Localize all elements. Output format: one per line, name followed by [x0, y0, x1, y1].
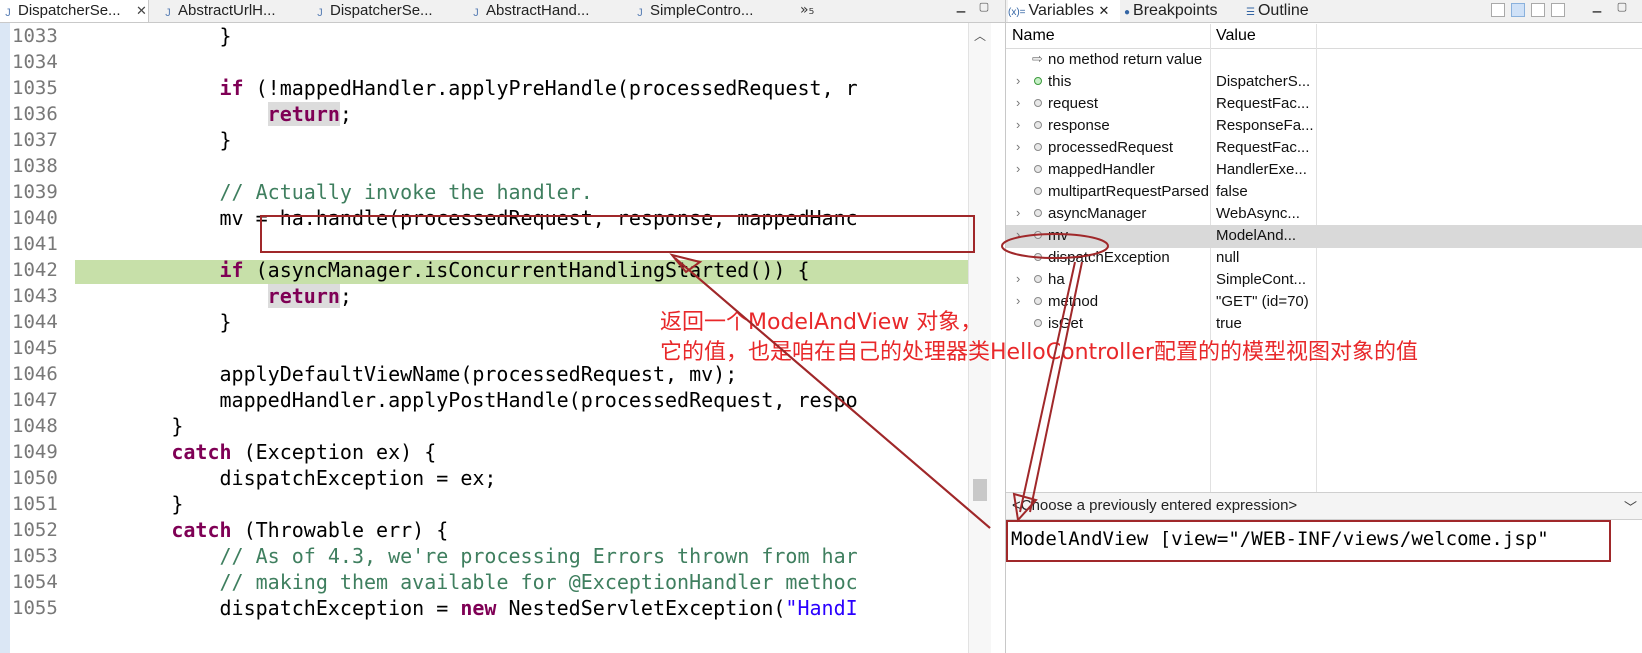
annotation-arrows	[669, 233, 1109, 529]
annotation-arrow-to-detail	[1019, 261, 1076, 513]
annotation-ellipse-mv	[1001, 233, 1109, 259]
annotation-arrow-to-detail-b	[1029, 261, 1083, 513]
annotation-arrow-to-code-b	[681, 263, 991, 529]
annotation-arrowhead-code	[669, 253, 703, 274]
